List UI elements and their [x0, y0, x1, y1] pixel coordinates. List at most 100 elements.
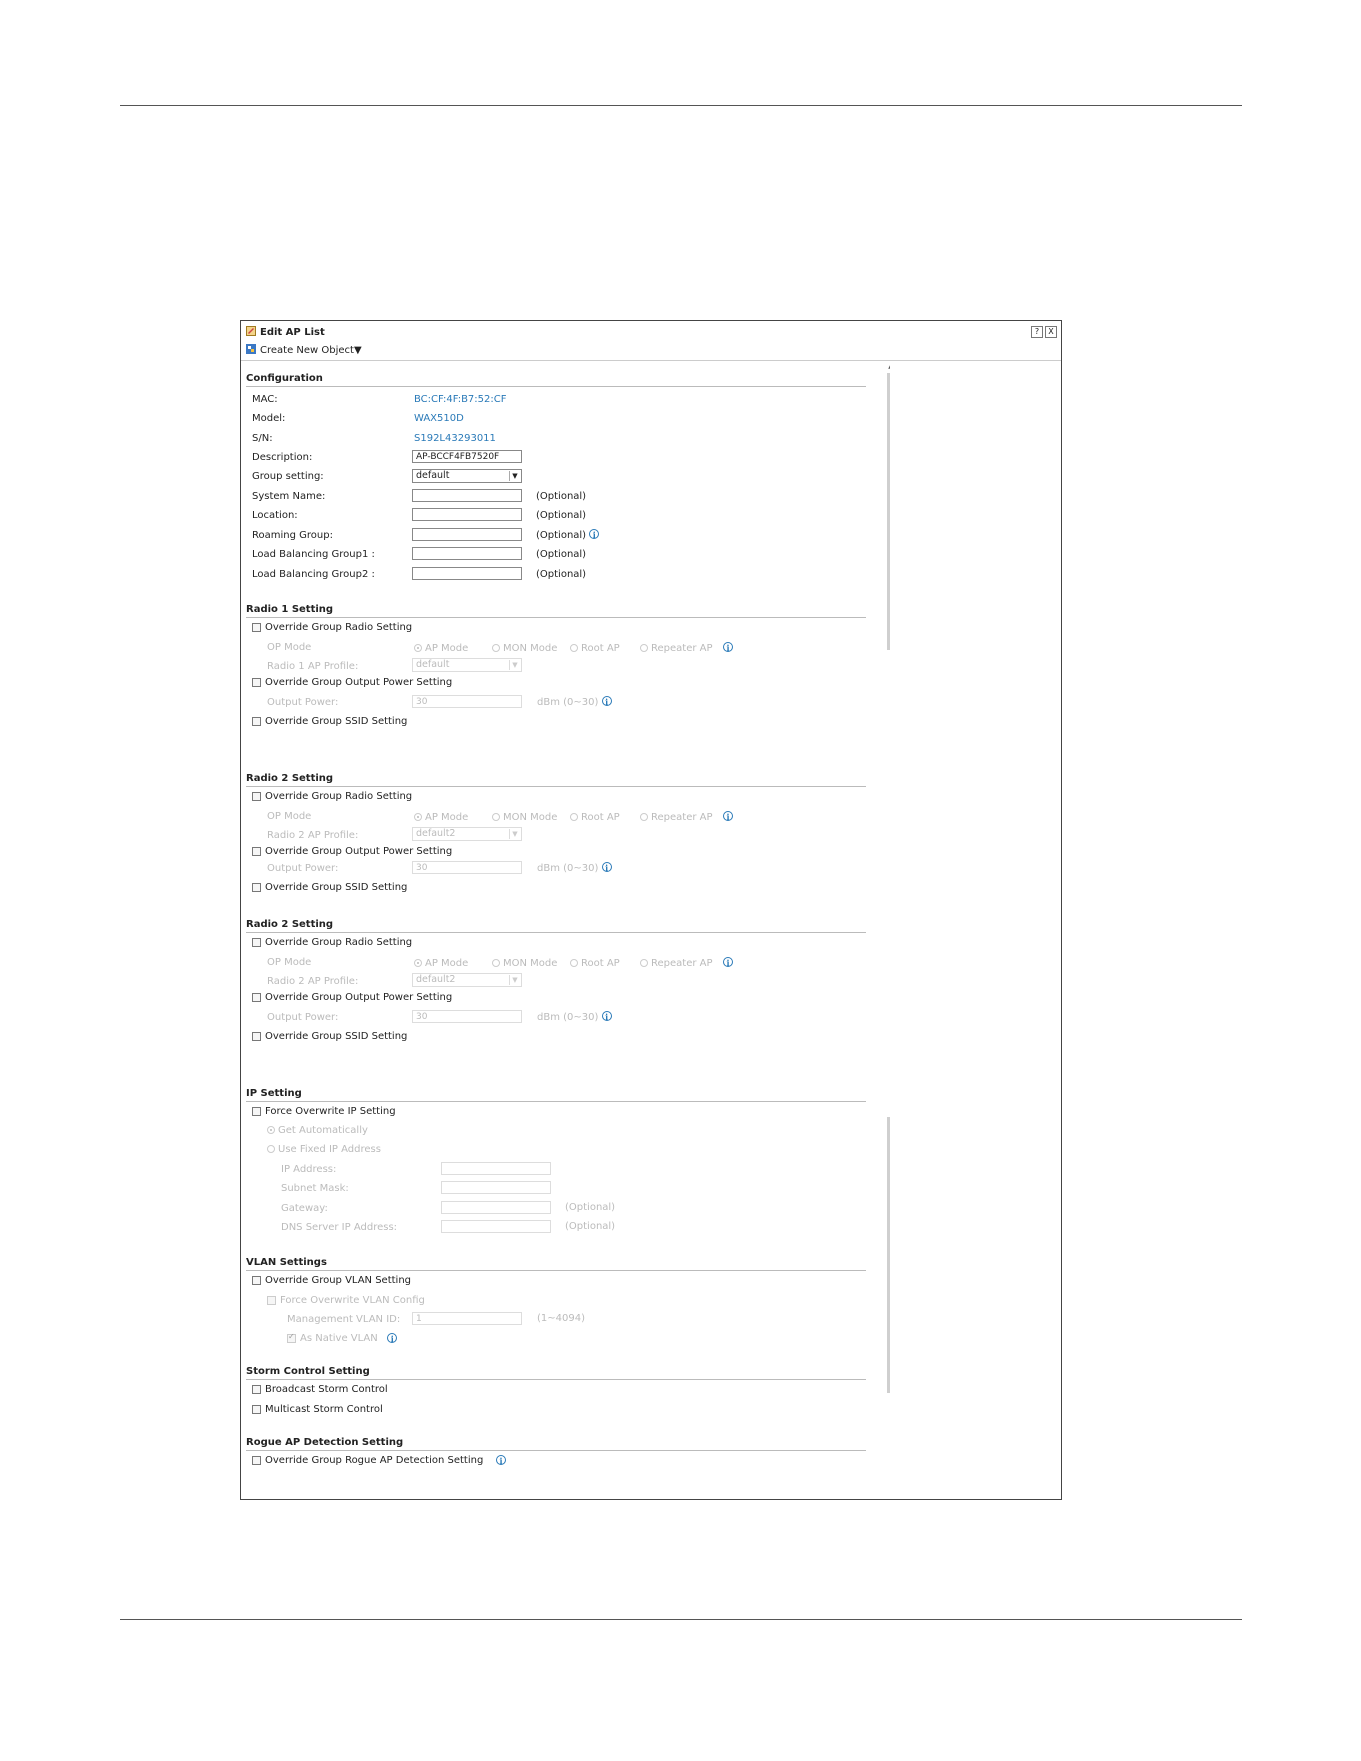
checkbox[interactable] — [252, 1384, 261, 1394]
info-icon[interactable]: i — [589, 529, 600, 540]
radio2-output-power-field-lower[interactable]: 30 — [412, 1010, 522, 1023]
checkbox[interactable] — [252, 622, 261, 632]
radio-button[interactable] — [570, 644, 578, 652]
checkbox[interactable] — [252, 1455, 261, 1465]
checkbox[interactable] — [252, 1106, 261, 1116]
radio1-output-power-field[interactable]: 30 — [412, 695, 522, 708]
radio1-override-ssid[interactable]: Override Group SSID Setting — [252, 713, 407, 729]
scroll-thumb[interactable] — [887, 373, 890, 650]
radio2-mode-root[interactable]: Root AP — [570, 812, 620, 823]
vlan-native[interactable]: As Native VLAN i — [287, 1330, 398, 1346]
radio2-override-ssid-lower[interactable]: Override Group SSID Setting — [252, 1028, 407, 1044]
ip-get-auto[interactable]: Get Automatically — [267, 1125, 368, 1136]
radio2-profile-select[interactable]: default2 ▼ — [412, 827, 522, 841]
checkbox[interactable] — [252, 1404, 261, 1414]
checkbox[interactable] — [252, 716, 261, 726]
checkbox[interactable] — [267, 1295, 276, 1305]
radio-button[interactable] — [640, 813, 648, 821]
radio2-override-output[interactable]: Override Group Output Power Setting — [252, 843, 452, 859]
radio2-override-radio-lower[interactable]: Override Group Radio Setting — [252, 934, 412, 950]
radio-button[interactable] — [267, 1145, 275, 1153]
radio2-override-ssid[interactable]: Override Group SSID Setting — [252, 879, 407, 895]
radio-button[interactable] — [640, 644, 648, 652]
radio1-mode-ap[interactable]: AP Mode — [414, 643, 468, 654]
ip-address-field[interactable] — [441, 1162, 551, 1175]
radio-button[interactable] — [492, 813, 500, 821]
location-field[interactable] — [412, 508, 522, 521]
radio2-mode-repeater[interactable]: Repeater AP — [640, 812, 713, 823]
info-icon[interactable]: i — [496, 1455, 507, 1466]
radio2-output-power-field[interactable]: 30 — [412, 861, 522, 874]
radio2-mode-ap[interactable]: AP Mode — [414, 812, 468, 823]
radio-button[interactable] — [414, 644, 422, 652]
radio1-mode-root[interactable]: Root AP — [570, 643, 620, 654]
vlan-override[interactable]: Override Group VLAN Setting — [252, 1272, 411, 1288]
checkbox[interactable] — [287, 1332, 296, 1343]
ip-use-fixed[interactable]: Use Fixed IP Address — [267, 1144, 381, 1155]
checkbox[interactable] — [252, 791, 261, 801]
multicast-storm[interactable]: Multicast Storm Control — [252, 1401, 383, 1417]
info-icon[interactable]: i — [601, 1011, 612, 1022]
group-setting-select[interactable]: default ▼ — [412, 469, 522, 483]
vlan-force-overwrite[interactable]: Force Overwrite VLAN Config — [267, 1292, 425, 1308]
storm-title: Storm Control Setting — [246, 1366, 866, 1380]
ip-force-overwrite[interactable]: Force Overwrite IP Setting — [252, 1103, 396, 1119]
close-icon[interactable]: X — [1045, 326, 1057, 338]
radio2-mode-root-lower[interactable]: Root AP — [570, 958, 620, 969]
radio2-profile-select-lower[interactable]: default2 ▼ — [412, 973, 522, 987]
radio-button[interactable] — [267, 1126, 275, 1134]
system-name-field[interactable] — [412, 489, 522, 502]
radio1-mode-repeater[interactable]: Repeater AP — [640, 643, 713, 654]
radio-button[interactable] — [640, 959, 648, 967]
roaming-group-field[interactable] — [412, 528, 522, 541]
radio-button[interactable] — [492, 644, 500, 652]
dns-field[interactable] — [441, 1220, 551, 1233]
checkbox[interactable] — [252, 1275, 261, 1285]
scroll-thumb[interactable] — [887, 1117, 890, 1393]
location-optional: (Optional) — [536, 510, 587, 521]
upper-scrollbar[interactable]: ▲ — [886, 361, 890, 861]
info-icon[interactable]: i — [723, 957, 733, 968]
lower-scrollbar[interactable]: ▲ — [886, 919, 890, 1499]
radio-button[interactable] — [492, 959, 500, 967]
rogue-override[interactable]: Override Group Rogue AP Detection Settin… — [252, 1452, 507, 1468]
info-icon[interactable]: i — [723, 642, 733, 653]
radio1-override-radio[interactable]: Override Group Radio Setting — [252, 619, 412, 635]
info-icon[interactable]: i — [601, 696, 612, 707]
scroll-up-icon[interactable]: ▲ — [886, 363, 890, 371]
mgmt-vlan-field[interactable]: 1 — [412, 1312, 522, 1325]
info-icon[interactable]: i — [601, 862, 612, 873]
create-new-object-menu[interactable]: Create New Object▼ — [260, 345, 362, 356]
radio-button[interactable] — [414, 959, 422, 967]
info-icon[interactable]: i — [723, 811, 733, 822]
scroll-up-icon[interactable]: ▲ — [886, 919, 890, 921]
subnet-mask-field[interactable] — [441, 1181, 551, 1194]
radio1-override-output[interactable]: Override Group Output Power Setting — [252, 674, 452, 690]
checkbox[interactable] — [252, 846, 261, 856]
checkbox[interactable] — [252, 937, 261, 947]
radio2-mode-ap-lower[interactable]: AP Mode — [414, 958, 468, 969]
help-icon[interactable]: ? — [1031, 326, 1043, 338]
radio1-profile-select[interactable]: default ▼ — [412, 658, 522, 672]
lb-group1-field[interactable] — [412, 547, 522, 560]
broadcast-storm[interactable]: Broadcast Storm Control — [252, 1381, 388, 1397]
lb-group2-field[interactable] — [412, 567, 522, 580]
radio2-mode-mon[interactable]: MON Mode — [492, 812, 557, 823]
radio-button[interactable] — [414, 813, 422, 821]
radio2-mode-mon-lower[interactable]: MON Mode — [492, 958, 557, 969]
radio2-mode-repeater-lower[interactable]: Repeater AP — [640, 958, 713, 969]
chevron-down-icon: ▼ — [509, 471, 520, 481]
radio2-override-radio[interactable]: Override Group Radio Setting — [252, 788, 412, 804]
radio1-mode-mon[interactable]: MON Mode — [492, 643, 557, 654]
gateway-field[interactable] — [441, 1201, 551, 1214]
checkbox[interactable] — [252, 882, 261, 892]
checkbox[interactable] — [252, 992, 261, 1002]
checkbox[interactable] — [252, 1031, 261, 1041]
description-field[interactable]: AP-BCCF4FB7520F — [412, 450, 522, 463]
info-icon[interactable]: i — [387, 1333, 398, 1344]
radio-button[interactable] — [570, 959, 578, 967]
radio2-override-output-lower[interactable]: Override Group Output Power Setting — [252, 989, 452, 1005]
radio-button[interactable] — [570, 813, 578, 821]
radio2-profile-value-lower: default2 — [416, 974, 456, 985]
checkbox[interactable] — [252, 677, 261, 687]
